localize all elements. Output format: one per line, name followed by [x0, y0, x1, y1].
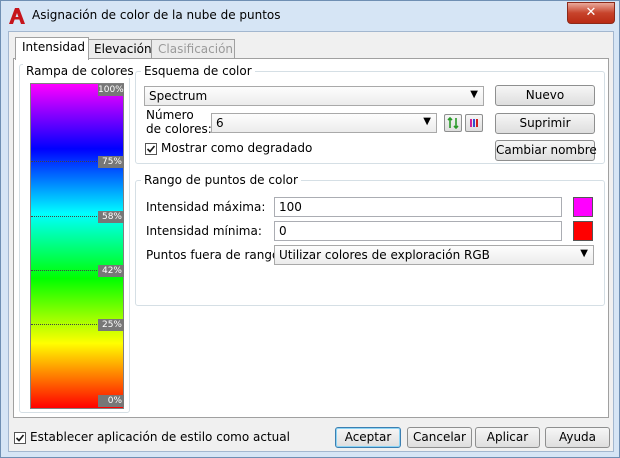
show-gradient-checkbox[interactable] [145, 143, 157, 155]
color-bars-icon [470, 119, 478, 127]
show-gradient-label: Mostrar como degradado [161, 141, 313, 155]
ramp-tick-0: 0% [98, 395, 124, 407]
min-intensity-label: Intensidad mínima: [146, 224, 262, 238]
ramp-tick-100: 100% [98, 84, 124, 96]
set-current-checkbox[interactable] [14, 432, 26, 444]
color-count-label-1: Número [146, 108, 194, 122]
out-of-range-label: Puntos fuera de rango: [146, 248, 284, 262]
dialog-window: Asignación de color de la nube de puntos… [0, 0, 620, 458]
apply-button[interactable]: Aplicar [475, 427, 540, 448]
ramp-tick-58: 58% [98, 211, 124, 223]
tab-clasificacion: Clasificación [151, 39, 235, 59]
range-group-title: Rango de puntos de color [141, 173, 301, 187]
close-button[interactable]: ✕ [567, 2, 615, 24]
tab-elevacion[interactable]: Elevación [87, 39, 153, 59]
help-button[interactable]: Ayuda [545, 427, 610, 448]
title-bar[interactable]: Asignación de color de la nube de puntos… [1, 1, 619, 31]
ramp-tick-42: 42% [98, 265, 124, 277]
chevron-down-icon: ▼ [580, 248, 588, 259]
set-current-label: Establecer aplicación de estilo como act… [30, 430, 290, 444]
tab-panel-intensidad: Rampa de colores 100% 75% 58% 42% 25% 0%… [13, 58, 609, 418]
ok-button[interactable]: Aceptar [335, 427, 401, 448]
tab-intensidad[interactable]: Intensidad [15, 37, 89, 60]
min-color-swatch[interactable] [573, 221, 593, 241]
autocad-logo-icon [9, 8, 25, 24]
checkmark-icon [15, 434, 25, 442]
max-color-swatch[interactable] [573, 197, 593, 217]
color-count-select[interactable]: 6 ▼ [211, 113, 437, 133]
swap-colors-button[interactable] [444, 114, 462, 132]
min-intensity-input[interactable]: 0 [274, 221, 562, 241]
max-intensity-input[interactable]: 100 [274, 197, 562, 217]
chevron-down-icon: ▼ [423, 116, 431, 127]
edit-colors-button[interactable] [465, 114, 483, 132]
dialog-client: Intensidad Elevación Clasificación Rampa… [8, 31, 614, 452]
ramp-group-title: Rampa de colores [23, 64, 137, 78]
cancel-button[interactable]: Cancelar [407, 427, 472, 448]
max-intensity-label: Intensidad máxima: [146, 200, 266, 214]
out-of-range-select[interactable]: Utilizar colores de exploración RGB ▼ [274, 245, 594, 265]
ramp-tick-75: 75% [98, 156, 124, 168]
window-title: Asignación de color de la nube de puntos [32, 8, 281, 22]
color-count-label-2: de colores: [146, 122, 212, 136]
swap-arrows-icon [447, 116, 459, 130]
color-ramp: 100% 75% 58% 42% 25% 0% [30, 83, 124, 409]
close-icon: ✕ [585, 5, 597, 20]
ramp-tick-25: 25% [98, 319, 124, 331]
scheme-group-title: Esquema de color [141, 64, 255, 78]
rename-button[interactable]: Cambiar nombre [495, 140, 597, 161]
checkmark-icon [146, 145, 156, 153]
new-button[interactable]: Nuevo [495, 85, 595, 106]
scheme-select[interactable]: Spectrum ▼ [144, 86, 484, 106]
delete-button[interactable]: Suprimir [495, 113, 595, 134]
chevron-down-icon: ▼ [470, 89, 478, 100]
